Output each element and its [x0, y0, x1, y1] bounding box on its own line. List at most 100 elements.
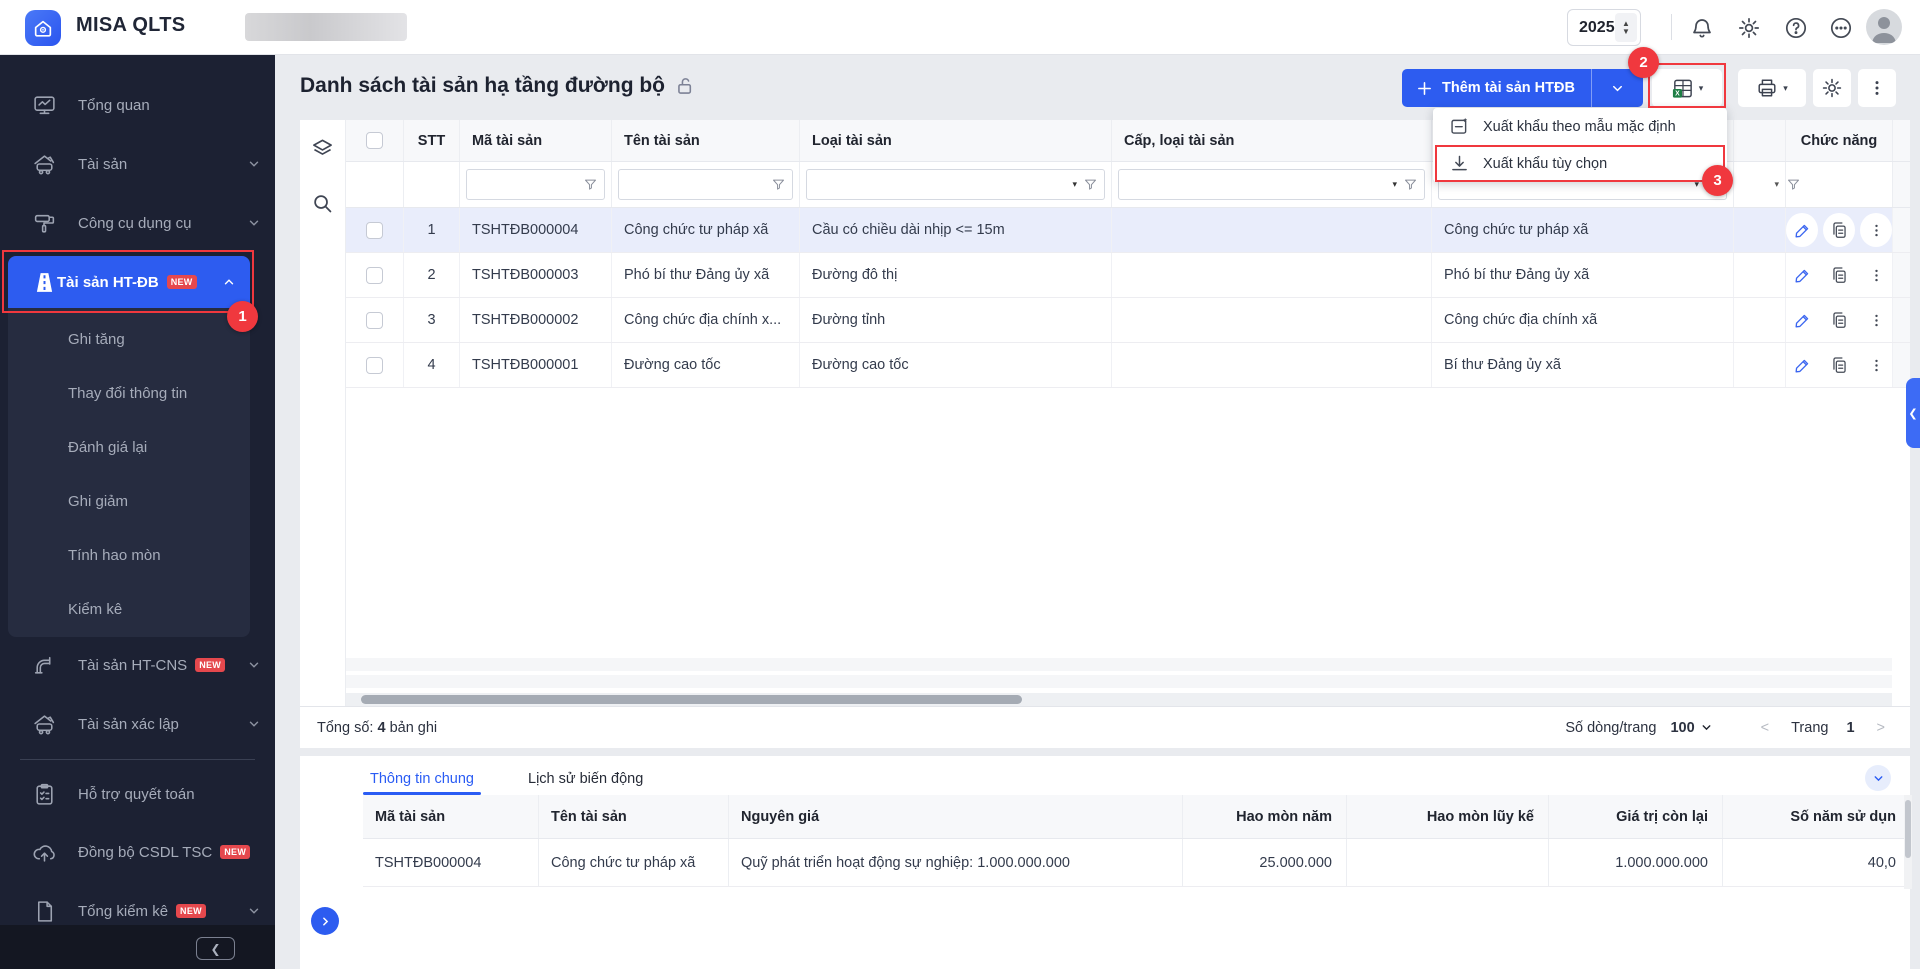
sidebar-item-cong-cu-dung-cu[interactable]: Công cụ dụng cụ [0, 197, 275, 249]
more-options-icon[interactable] [1829, 16, 1853, 40]
detail-panel: Thông tin chung Lịch sử biến động Mã tài… [300, 756, 1910, 969]
table-row[interactable]: 3 TSHTĐB000002 Công chức địa chính x... … [346, 298, 1910, 343]
tab-thong-tin-chung[interactable]: Thông tin chung [363, 764, 481, 794]
row-more-icon[interactable] [1860, 303, 1892, 337]
sidebar-item-tong-quan[interactable]: Tổng quan [0, 79, 275, 131]
copy-icon[interactable] [1823, 258, 1855, 292]
sidebar-item-ho-tro-quyet-toan[interactable]: Hỗ trợ quyết toán [0, 768, 275, 820]
svg-text:X: X [1675, 90, 1680, 97]
export-excel-button[interactable]: X ▾ [1652, 69, 1722, 107]
edit-icon[interactable] [1786, 303, 1818, 337]
copy-icon[interactable] [1823, 213, 1855, 247]
filter-dropdown-arrow[interactable]: ▾ [1774, 179, 1779, 190]
table-row[interactable]: 4 TSHTĐB000001 Đường cao tốc Đường cao t… [346, 343, 1910, 388]
sidebar-item-tai-san-ht-db[interactable]: Tài sản HT-ĐB NEW [8, 256, 250, 308]
redacted-org-name [245, 13, 407, 41]
menu-item-export-custom[interactable]: Xuất khẩu tùy chọn [1433, 145, 1727, 182]
detail-col-ma: Mã tài sản [363, 795, 539, 838]
user-avatar[interactable] [1866, 9, 1902, 45]
new-badge: NEW [176, 904, 206, 918]
paint-roller-icon [32, 211, 57, 236]
next-page-button[interactable]: > [1877, 720, 1885, 736]
print-button[interactable]: ▾ [1738, 69, 1806, 107]
horizontal-scrollbar[interactable] [346, 693, 1892, 706]
settings-gear-icon[interactable] [1737, 16, 1761, 40]
detail-col-gia-tri-con-lai: Giá trị còn lại [1549, 795, 1723, 838]
asset-establish-icon [32, 712, 57, 737]
collapse-panel-chevron-button[interactable] [1865, 765, 1891, 791]
filter-input-ma-tai-san[interactable] [466, 169, 605, 200]
submenu-item-danh-gia-lai[interactable]: Đánh giá lại [8, 420, 250, 474]
detail-col-hao-mon-luy-ke: Hao mòn lũy kế [1347, 795, 1549, 838]
dropdown-arrow-icon: ▾ [1699, 83, 1704, 94]
grid-summary-band [346, 675, 1892, 690]
notifications-bell-icon[interactable] [1690, 16, 1714, 40]
col-header-cap-loai-tai-san[interactable]: Cấp, loại tài sản [1112, 120, 1432, 161]
sidebar-item-tai-san[interactable]: Tài sản [0, 138, 275, 190]
edit-icon[interactable] [1786, 213, 1818, 247]
add-asset-split-button[interactable]: Thêm tài sản HTĐB [1402, 69, 1643, 107]
select-all-checkbox[interactable] [366, 132, 383, 149]
row-checkbox[interactable] [366, 267, 383, 284]
edit-icon[interactable] [1786, 348, 1818, 382]
vertical-scrollbar-thumb[interactable] [1905, 800, 1911, 858]
row-more-icon[interactable] [1860, 348, 1892, 382]
year-selector[interactable]: 2025 ▲▼ [1567, 9, 1641, 46]
submenu-item-tinh-hao-mon[interactable]: Tính hao mòn [8, 528, 250, 582]
add-asset-button[interactable]: Thêm tài sản HTĐB [1402, 69, 1592, 107]
row-more-icon[interactable] [1860, 258, 1892, 292]
col-header-ten-tai-san[interactable]: Tên tài sản [612, 120, 800, 161]
rows-per-page-label: Số dòng/trang [1565, 720, 1656, 736]
table-row[interactable]: 2 TSHTĐB000003 Phó bí thư Đảng ủy xã Đườ… [346, 253, 1910, 298]
layers-icon[interactable] [311, 137, 334, 160]
submenu-item-ghi-tang[interactable]: Ghi tăng [8, 312, 250, 366]
select-all-checkbox-cell[interactable] [346, 120, 404, 161]
sidebar-item-dong-bo-csdl-tsc[interactable]: Đồng bộ CSDL TSC NEW [0, 826, 275, 878]
copy-icon[interactable] [1823, 348, 1855, 382]
row-checkbox[interactable] [366, 222, 383, 239]
col-header-ma-tai-san[interactable]: Mã tài sản [460, 120, 612, 161]
rows-per-page-select[interactable]: 100 [1670, 720, 1712, 736]
page-title: Danh sách tài sản hạ tầng đường bộ [300, 74, 665, 98]
sidebar-item-label: Tài sản HT-ĐB [57, 274, 159, 291]
detail-data-row[interactable]: TSHTĐB000004 Công chức tư pháp xã Quỹ ph… [363, 839, 1910, 887]
sidebar-item-tai-san-ht-cns[interactable]: Tài sản HT-CNS NEW [0, 639, 275, 691]
row-checkbox[interactable] [366, 357, 383, 374]
app-logo-icon[interactable] [25, 10, 61, 46]
clipboard-check-icon [32, 782, 57, 807]
col-header-stt[interactable]: STT [404, 120, 460, 161]
detail-col-nguyen-gia: Nguyên giá [729, 795, 1183, 838]
sidebar-submenu: Ghi tăng Thay đổi thông tin Đánh giá lại… [8, 308, 250, 637]
search-icon[interactable] [311, 192, 334, 215]
expand-rail-button[interactable] [311, 907, 339, 935]
right-panel-handle[interactable]: ❮ [1906, 378, 1920, 448]
row-more-icon[interactable] [1860, 213, 1892, 247]
filter-select-loai-tai-san[interactable]: ▾ [806, 169, 1105, 200]
copy-icon[interactable] [1823, 303, 1855, 337]
export-template-icon [1449, 116, 1470, 137]
pipe-icon [32, 653, 57, 678]
more-actions-button[interactable] [1858, 69, 1896, 107]
menu-item-export-default-template[interactable]: Xuất khẩu theo mẫu mặc định [1433, 108, 1727, 145]
table-row[interactable]: 1 TSHTĐB000004 Công chức tư pháp xã Cầu … [346, 208, 1910, 253]
grid-settings-button[interactable] [1813, 69, 1851, 107]
filter-funnel-icon[interactable] [1786, 177, 1801, 192]
filter-input-ten-tai-san[interactable] [618, 169, 793, 200]
horizontal-scrollbar-thumb[interactable] [361, 695, 1022, 704]
submenu-item-thay-doi-thong-tin[interactable]: Thay đổi thông tin [8, 366, 250, 420]
sidebar-item-tai-san-xac-lap[interactable]: Tài sản xác lập [0, 698, 275, 750]
prev-page-button[interactable]: < [1761, 720, 1769, 736]
year-stepper[interactable]: ▲▼ [1615, 13, 1637, 42]
help-icon[interactable] [1784, 16, 1808, 40]
submenu-item-ghi-giam[interactable]: Ghi giảm [8, 474, 250, 528]
sidebar-collapse-button[interactable]: ❮ [196, 937, 235, 960]
submenu-item-kiem-ke[interactable]: Kiểm kê [8, 582, 250, 636]
header-divider [1671, 14, 1672, 40]
row-checkbox[interactable] [366, 312, 383, 329]
col-header-loai-tai-san[interactable]: Loại tài sản [800, 120, 1112, 161]
vertical-scrollbar[interactable] [1904, 795, 1912, 889]
tab-lich-su-bien-dong[interactable]: Lịch sử biến động [528, 764, 643, 794]
filter-select-cap-loai-tai-san[interactable]: ▾ [1118, 169, 1425, 200]
edit-icon[interactable] [1786, 258, 1818, 292]
detail-header-row: Mã tài sản Tên tài sản Nguyên giá Hao mò… [363, 795, 1910, 839]
